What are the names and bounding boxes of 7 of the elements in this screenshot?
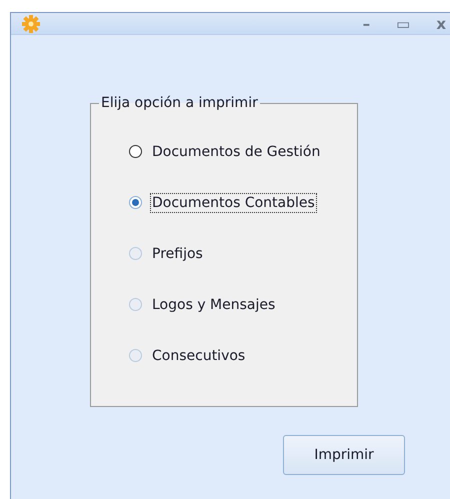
option-label[interactable]: Documentos de Gestión (150, 142, 322, 162)
radio-button[interactable] (129, 145, 142, 158)
radio-button[interactable] (129, 196, 142, 209)
group-title: Elija opción a imprimir (100, 95, 259, 111)
print-button[interactable]: Imprimir (283, 435, 405, 475)
gear-icon (21, 14, 41, 34)
option-label[interactable]: Documentos Contables (150, 192, 317, 212)
